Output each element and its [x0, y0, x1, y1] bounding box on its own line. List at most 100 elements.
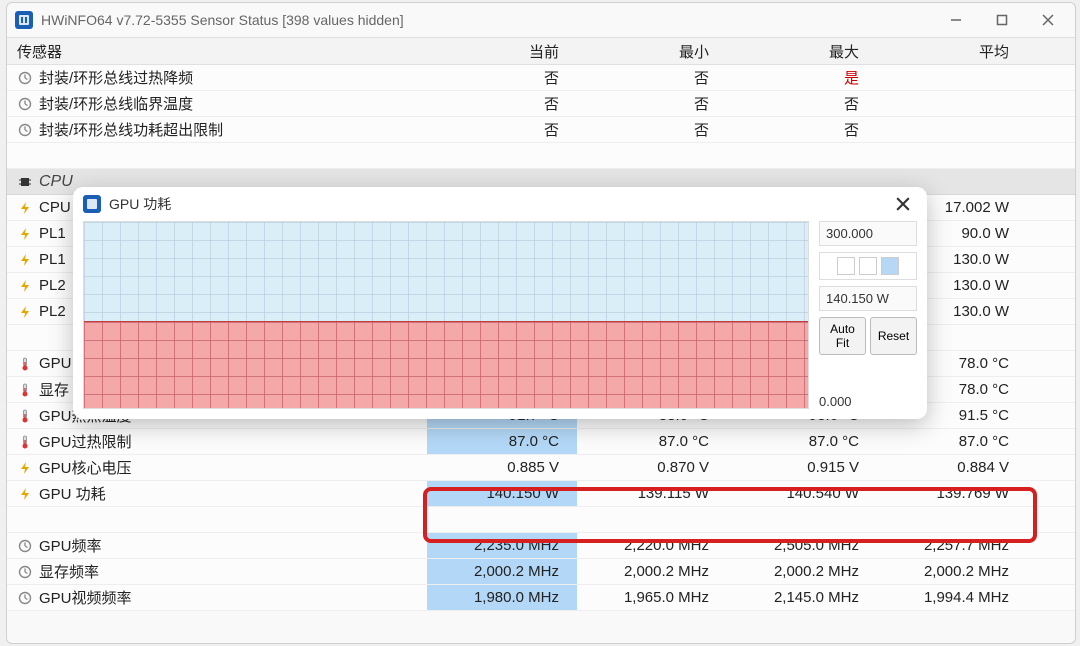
table-row[interactable]: 封装/环形总线临界温度否否否 — [7, 91, 1075, 117]
legend-swatch[interactable] — [859, 257, 877, 275]
cell-min: 139.115 W — [577, 485, 727, 502]
bolt-icon — [17, 486, 33, 502]
row-label: GPU视频频率 — [39, 587, 132, 608]
window-controls — [933, 5, 1071, 35]
row-label: PL2 — [39, 277, 66, 294]
col-current[interactable]: 当前 — [427, 41, 577, 62]
cell-avg: 1,994.4 MHz — [877, 589, 1027, 606]
table-row[interactable]: 显存频率2,000.2 MHz2,000.2 MHz2,000.2 MHz2,0… — [7, 559, 1075, 585]
row-label: GPU 功耗 — [39, 483, 106, 504]
cell-avg: 0.884 V — [877, 459, 1027, 476]
graph-sidebar: 300.000 140.150 W Auto Fit Reset 0.000 — [819, 221, 917, 409]
cell-max: 否 — [727, 93, 877, 114]
cell-min: 否 — [577, 119, 727, 140]
cell-min: 否 — [577, 67, 727, 88]
row-icon — [17, 226, 33, 242]
row-icon — [17, 70, 33, 86]
cell-current: 否 — [427, 93, 577, 114]
row-label: 封装/环形总线临界温度 — [39, 93, 193, 114]
cell-avg: 87.0 °C — [877, 433, 1027, 450]
cell-min: 0.870 V — [577, 459, 727, 476]
row-label: 封装/环形总线过热降频 — [39, 67, 193, 88]
row-label: GPU频率 — [39, 535, 102, 556]
popup-body: 300.000 140.150 W Auto Fit Reset 0.000 — [73, 221, 927, 419]
current-value: 140.150 W — [819, 286, 917, 311]
legend-swatch[interactable] — [837, 257, 855, 275]
table-row-gpu-power[interactable]: GPU 功耗 140.150 W 139.115 W 140.540 W 139… — [7, 481, 1075, 507]
cell-current: 140.150 W — [427, 481, 577, 506]
window-title: HWiNFO64 v7.72-5355 Sensor Status [398 v… — [41, 12, 404, 28]
table-row[interactable]: GPU视频频率 1,980.0 MHz1,965.0 MHz2,145.0 MHz… — [7, 585, 1075, 611]
table-header: 传感器 当前 最小 最大 平均 — [7, 37, 1075, 65]
table-row[interactable]: GPU核心电压 0.885 V 0.870 V 0.915 V 0.884 V — [7, 455, 1075, 481]
app-icon — [15, 11, 33, 29]
row-label: GPU过热限制 — [39, 431, 132, 452]
table-row[interactable]: GPU过热限制87.0 °C87.0 °C87.0 °C87.0 °C — [7, 429, 1075, 455]
row-icon — [17, 122, 33, 138]
col-avg[interactable]: 平均 — [877, 41, 1027, 62]
cell-max: 是 — [727, 67, 877, 88]
table-row[interactable]: GPU频率2,235.0 MHz2,220.0 MHz2,505.0 MHz2,… — [7, 533, 1075, 559]
legend — [819, 252, 917, 280]
cell-current: 1,980.0 MHz — [427, 585, 577, 610]
row-icon — [17, 538, 33, 554]
cell-current: 2,000.2 MHz — [427, 559, 577, 584]
cell-min: 1,965.0 MHz — [577, 589, 727, 606]
col-max[interactable]: 最大 — [727, 41, 877, 62]
row-icon — [17, 590, 33, 606]
cell-min: 否 — [577, 93, 727, 114]
cell-avg: 2,000.2 MHz — [877, 563, 1027, 580]
cell-max: 87.0 °C — [727, 433, 877, 450]
spacer — [7, 507, 1075, 533]
table-row[interactable]: 封装/环形总线功耗超出限制否否否 — [7, 117, 1075, 143]
col-sensor[interactable]: 传感器 — [7, 41, 427, 62]
row-label: 封装/环形总线功耗超出限制 — [39, 119, 223, 140]
cell-min: 87.0 °C — [577, 433, 727, 450]
scale-max[interactable]: 300.000 — [819, 221, 917, 246]
graph-canvas[interactable] — [83, 221, 809, 409]
chip-icon — [17, 174, 33, 190]
cpu-section-label: CPU — [39, 173, 73, 191]
reset-button[interactable]: Reset — [870, 317, 917, 355]
row-icon — [17, 278, 33, 294]
row-label: PL2 — [39, 303, 66, 320]
maximize-button[interactable] — [979, 5, 1025, 35]
row-label: 显存频率 — [39, 561, 99, 582]
cell-max: 2,000.2 MHz — [727, 563, 877, 580]
bolt-icon — [17, 460, 33, 476]
row-label: GPU核心电压 — [39, 457, 132, 478]
cell-avg: 139.769 W — [877, 485, 1027, 502]
legend-swatch-active[interactable] — [881, 257, 899, 275]
row-label: PL1 — [39, 251, 66, 268]
popup-titlebar[interactable]: GPU 功耗 — [73, 187, 927, 221]
table-row[interactable]: 封装/环形总线过热降频否否是 — [7, 65, 1075, 91]
cell-current: 87.0 °C — [427, 429, 577, 454]
close-button[interactable] — [1025, 5, 1071, 35]
row-icon — [17, 356, 33, 372]
titlebar[interactable]: HWiNFO64 v7.72-5355 Sensor Status [398 v… — [7, 3, 1075, 37]
cell-max: 2,145.0 MHz — [727, 589, 877, 606]
cell-current: 2,235.0 MHz — [427, 533, 577, 558]
row-label: 显存 — [39, 379, 69, 400]
cell-avg: 2,257.7 MHz — [877, 537, 1027, 554]
cell-current: 0.885 V — [427, 459, 577, 476]
popup-close-button[interactable] — [889, 190, 917, 218]
row-label: GPU — [39, 355, 72, 372]
spacer — [7, 143, 1075, 169]
cell-max: 2,505.0 MHz — [727, 537, 877, 554]
app-icon — [83, 195, 101, 213]
cell-current: 否 — [427, 67, 577, 88]
autofit-button[interactable]: Auto Fit — [819, 317, 866, 355]
col-min[interactable]: 最小 — [577, 41, 727, 62]
popup-title: GPU 功耗 — [109, 194, 171, 214]
cell-current: 否 — [427, 119, 577, 140]
row-icon — [17, 200, 33, 216]
cell-max: 0.915 V — [727, 459, 877, 476]
row-icon — [17, 304, 33, 320]
cell-max: 140.540 W — [727, 485, 877, 502]
graph-popup[interactable]: GPU 功耗 300.000 140.150 W Auto Fit — [73, 187, 927, 419]
minimize-button[interactable] — [933, 5, 979, 35]
cell-min: 2,000.2 MHz — [577, 563, 727, 580]
cell-max: 否 — [727, 119, 877, 140]
row-label: PL1 — [39, 225, 66, 242]
